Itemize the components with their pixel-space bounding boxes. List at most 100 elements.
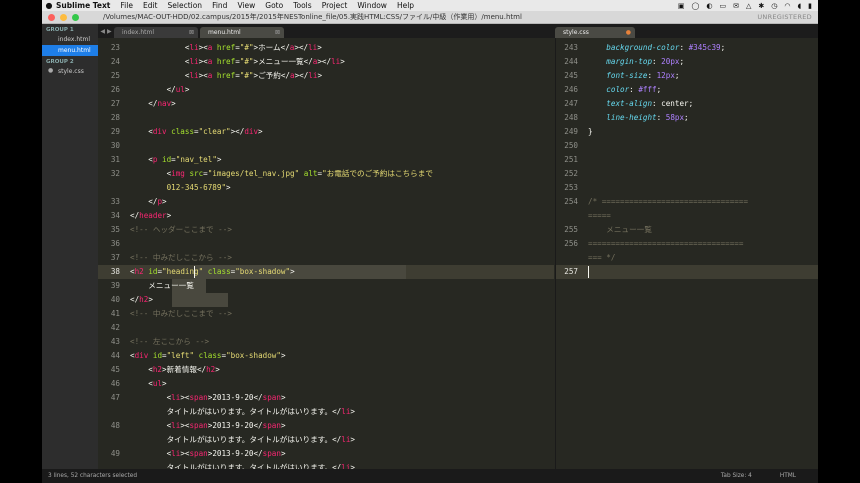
code-line[interactable]: 247 text-align: center;	[556, 97, 818, 111]
circle-icon[interactable]: ◯	[692, 2, 700, 10]
clock-icon[interactable]: ◷	[771, 2, 777, 10]
code-line[interactable]: 42	[98, 321, 554, 335]
bluetooth-icon[interactable]: ✱	[758, 2, 764, 10]
code-line[interactable]: 47 <li><span>2013-9-20</span>	[98, 391, 554, 405]
tab-nav-arrows[interactable]: ◀ ▶	[98, 28, 114, 35]
line-number: 41	[110, 309, 120, 318]
apple-icon[interactable]: ●	[42, 1, 56, 10]
syntax-indicator[interactable]: HTML	[780, 473, 796, 479]
menu-project[interactable]: Project	[322, 1, 348, 10]
display-icon[interactable]: ▭	[719, 2, 726, 10]
code-line[interactable]: タイトルがはいります。タイトルがはいります。</li>	[98, 461, 554, 469]
code-line[interactable]: 49 <li><span>2013-9-20</span>	[98, 447, 554, 461]
line-code: ==================================	[588, 239, 744, 248]
code-line[interactable]: 31 <p id="nav_tel">	[98, 153, 554, 167]
minimize-window-icon[interactable]	[60, 13, 67, 21]
code-line[interactable]: 25 <li><a href="#">ご予約</a></li>	[98, 69, 554, 83]
code-line[interactable]: 30	[98, 139, 554, 153]
code-line[interactable]: 26 </ul>	[98, 83, 554, 97]
file-dirty-icon: ●	[48, 67, 54, 74]
line-number: 25	[110, 71, 120, 80]
code-line[interactable]: タイトルがはいります。タイトルがはいります。</li>	[98, 433, 554, 447]
code-line[interactable]: 255 メニュー一覧	[556, 223, 818, 237]
code-line[interactable]: 253	[556, 181, 818, 195]
code-line[interactable]: 33 </p>	[98, 195, 554, 209]
chat-icon[interactable]: ✉	[733, 2, 739, 10]
code-line[interactable]: 243 background-color: #345c39;	[556, 41, 818, 55]
menu-selection[interactable]: Selection	[168, 1, 203, 10]
code-line[interactable]: 012-345-6789">	[98, 181, 554, 195]
battery-icon[interactable]: ▮	[808, 2, 812, 10]
unsaved-dot-icon[interactable]: ●	[626, 29, 631, 36]
wifi-icon[interactable]: ◠	[784, 2, 790, 10]
code-line[interactable]: 249}	[556, 125, 818, 139]
menu-help[interactable]: Help	[397, 1, 414, 10]
code-line[interactable]: 40 </h2>	[98, 293, 554, 307]
code-line[interactable]: 35 <!-- ヘッダーここまで -->	[98, 223, 554, 237]
code-line[interactable]: 32 <img src="images/tel_nav.jpg" alt="お電…	[98, 167, 554, 181]
alert-icon[interactable]: △	[746, 2, 751, 10]
code-line[interactable]: 23 <li><a href="#">ホーム</a></li>	[98, 41, 554, 55]
code-line[interactable]: 28	[98, 111, 554, 125]
menu-view[interactable]: View	[237, 1, 255, 10]
code-line[interactable]: =====	[556, 209, 818, 223]
status-bar: 3 lines, 52 characters selected Tab Size…	[42, 469, 818, 483]
sidebar-file-label: index.html	[58, 36, 90, 43]
line-number: 45	[110, 365, 120, 374]
zoom-window-icon[interactable]	[72, 13, 79, 21]
menu-tools[interactable]: Tools	[293, 1, 311, 10]
line-code: </nav>	[130, 99, 176, 108]
code-line[interactable]: 257	[556, 265, 818, 279]
editor-pane-left[interactable]: 23 <li><a href="#">ホーム</a></li> 24 <li><a…	[98, 38, 554, 469]
menu-edit[interactable]: Edit	[143, 1, 158, 10]
close-window-icon[interactable]	[48, 13, 55, 21]
sidebar-group-label: GROUP 1	[46, 27, 74, 33]
code-line[interactable]: 38 <h2 id="heading" class="box-shadow">	[98, 265, 554, 279]
menu-goto[interactable]: Goto	[265, 1, 283, 10]
code-line[interactable]: 41 <!-- 中みだしここまで -->	[98, 307, 554, 321]
code-line[interactable]: 45 <h2>新着情報</h2>	[98, 363, 554, 377]
code-line[interactable]: 37 <!-- 中みだしここから -->	[98, 251, 554, 265]
volume-icon[interactable]: ◖	[797, 2, 801, 10]
code-line[interactable]: 44 <div id="left" class="box-shadow">	[98, 349, 554, 363]
code-line[interactable]: 29 <div class="clear"></div>	[98, 125, 554, 139]
menu-app-name[interactable]: Sublime Text	[56, 1, 110, 10]
tab-index-html[interactable]: index.html ⊠	[114, 27, 198, 38]
code-line[interactable]: 48 <li><span>2013-9-20</span>	[98, 419, 554, 433]
code-line[interactable]: 46 <ul>	[98, 377, 554, 391]
code-line[interactable]: 256 ==================================	[556, 237, 818, 251]
half-circle-icon[interactable]: ◐	[706, 2, 712, 10]
line-code: background-color: #345c39;	[606, 43, 726, 52]
code-line[interactable]: === */	[556, 251, 818, 265]
code-line[interactable]: 252	[556, 167, 818, 181]
editor-pane-right[interactable]: 243 background-color: #345c39; 244 margin…	[555, 38, 818, 469]
menu-window[interactable]: Window	[357, 1, 387, 10]
code-line[interactable]: 254 /* ================================	[556, 195, 818, 209]
tab-menu-html[interactable]: menu.html ⊠	[200, 27, 284, 38]
sidebar-file-index-html[interactable]: index.html	[42, 34, 98, 45]
box-icon[interactable]: ▣	[678, 2, 685, 10]
code-line[interactable]: 43 <!-- 左ここから -->	[98, 335, 554, 349]
sidebar-file-style-css[interactable]: ● style.css	[42, 66, 98, 77]
code-line[interactable]: 39 メニュー一覧	[98, 279, 554, 293]
code-line[interactable]: 24 <li><a href="#">メニュー一覧</a></li>	[98, 55, 554, 69]
code-line[interactable]: 248 line-height: 58px;	[556, 111, 818, 125]
code-line[interactable]: 244 margin-top: 20px;	[556, 55, 818, 69]
menu-find[interactable]: Find	[212, 1, 227, 10]
code-line[interactable]: 34 </header>	[98, 209, 554, 223]
menu-file[interactable]: File	[120, 1, 133, 10]
text-cursor	[588, 266, 589, 278]
tab-style-css[interactable]: style.css ●	[555, 27, 635, 38]
code-line[interactable]: 27 </nav>	[98, 97, 554, 111]
code-line[interactable]: 246 color: #fff;	[556, 83, 818, 97]
line-code: <li><span>2013-9-20</span>	[130, 421, 286, 430]
code-line[interactable]: 251	[556, 153, 818, 167]
close-tab-icon[interactable]: ⊠	[189, 29, 194, 36]
code-line[interactable]: 250	[556, 139, 818, 153]
close-tab-icon[interactable]: ⊠	[275, 29, 280, 36]
code-line[interactable]: タイトルがはいります。タイトルがはいります。</li>	[98, 405, 554, 419]
tab-size-indicator[interactable]: Tab Size: 4	[721, 473, 752, 479]
sidebar-file-menu-html[interactable]: menu.html	[42, 45, 98, 56]
code-line[interactable]: 36	[98, 237, 554, 251]
code-line[interactable]: 245 font-size: 12px;	[556, 69, 818, 83]
